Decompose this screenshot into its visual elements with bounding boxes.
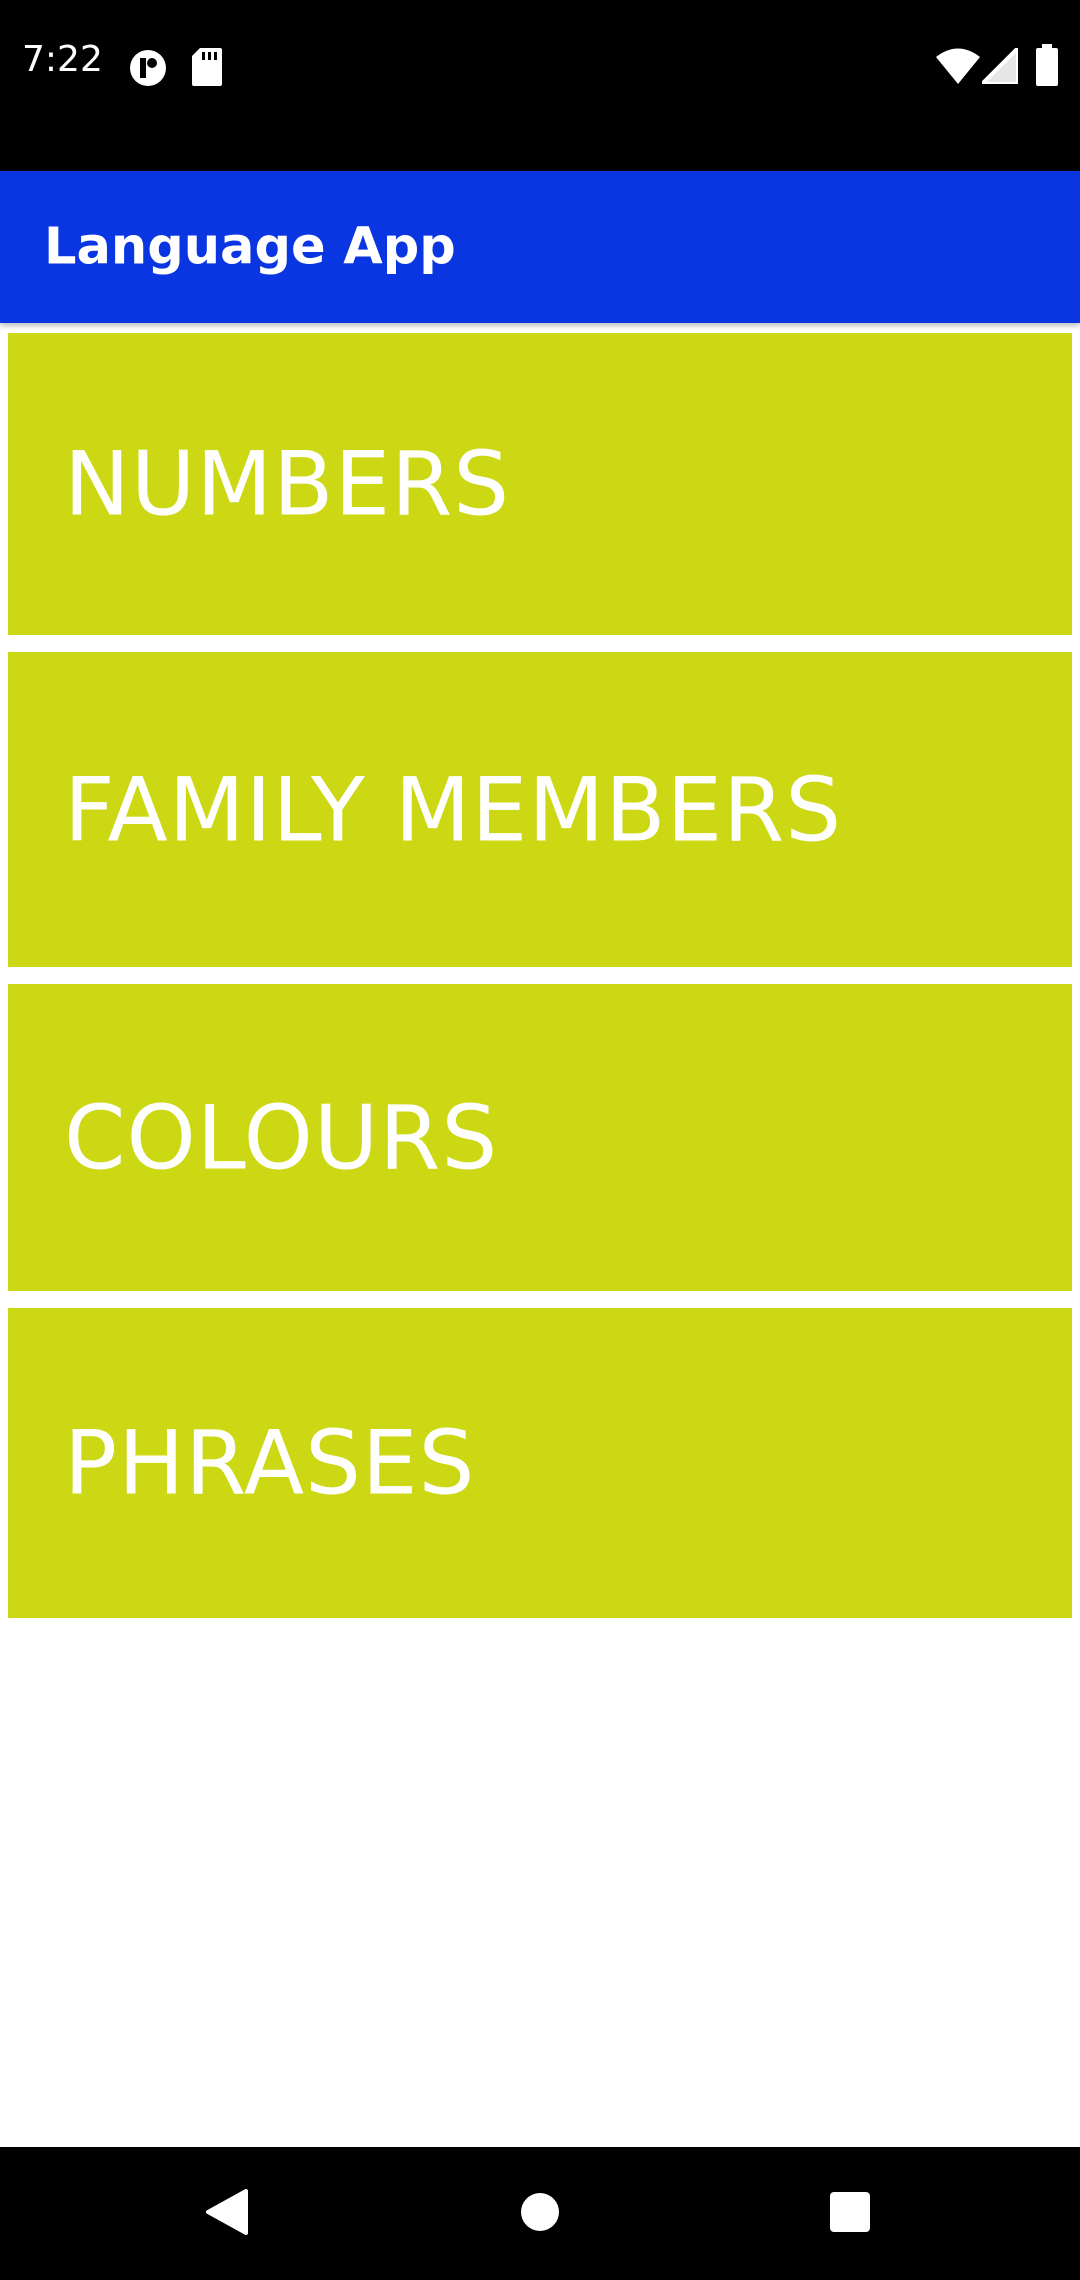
home-icon [520,2192,560,2236]
sd-card-icon [192,48,222,90]
status-bar: 7:22 [0,0,1080,171]
recents-icon [829,2191,871,2237]
category-colours[interactable]: COLOURS [8,984,1072,1291]
category-label: FAMILY MEMBERS [64,758,843,861]
battery-icon [1036,44,1058,90]
category-phrases[interactable]: PHRASES [8,1308,1072,1618]
category-label: NUMBERS [64,432,511,536]
back-icon [204,2188,248,2239]
cell-signal-icon [977,43,1020,88]
category-family-members[interactable]: FAMILY MEMBERS [8,652,1072,967]
navigation-bar [0,2147,1080,2280]
wifi-icon [936,48,980,88]
app-bar: Language App [0,171,1080,323]
recents-button[interactable] [790,2147,910,2280]
status-time: 7:22 [22,39,103,80]
app-title: Language App [44,217,456,277]
category-label: COLOURS [64,1086,499,1189]
back-button[interactable] [166,2147,286,2280]
category-numbers[interactable]: NUMBERS [8,333,1072,635]
privacy-dot-icon [128,48,168,92]
category-label: PHRASES [64,1411,476,1515]
home-button[interactable] [480,2147,600,2280]
